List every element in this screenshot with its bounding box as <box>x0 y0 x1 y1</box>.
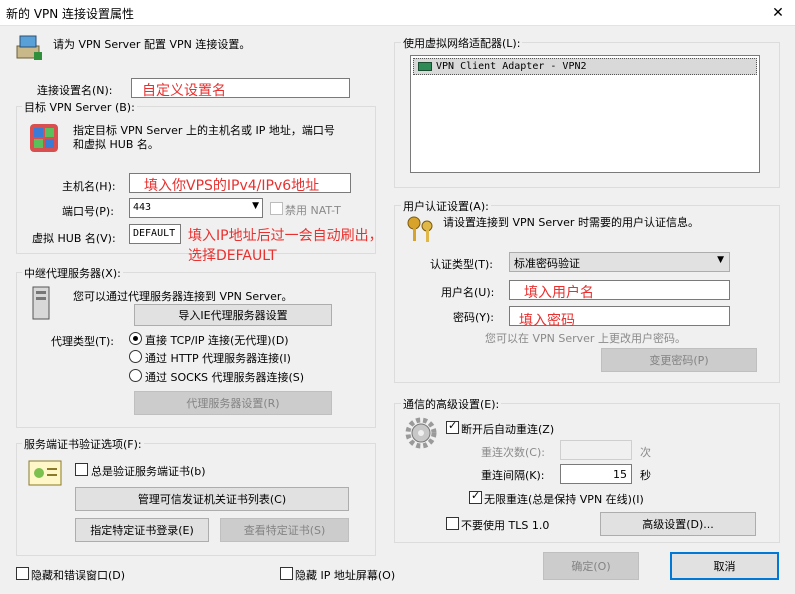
retries-input[interactable] <box>560 440 632 460</box>
port-label: 端口号(P): <box>62 205 114 218</box>
target-server-group-label: 目标 VPN Server (B): <box>22 99 137 115</box>
adapter-item-label: VPN Client Adapter - VPN2 <box>436 61 587 72</box>
host-value: 填入你VPS的IPv4/IPv6地址 <box>144 178 320 194</box>
conn-name-value: 自定义设置名 <box>142 83 226 99</box>
view-cert-button[interactable]: 查看特定证书(S) <box>220 518 349 542</box>
infinite-reconnect-checkbox[interactable] <box>469 489 482 504</box>
cancel-button[interactable]: 取消 <box>670 552 779 580</box>
hub-note-line2: 选择DEFAULT <box>188 248 277 264</box>
import-ie-proxy-button[interactable]: 导入IE代理服务器设置 <box>134 304 332 326</box>
advanced-settings-button[interactable]: 高级设置(D)... <box>600 512 756 536</box>
adapter-list-item[interactable]: VPN Client Adapter - VPN2 <box>413 58 757 75</box>
conn-name-label: 连接设置名(N): <box>37 84 113 97</box>
computer-icon <box>14 32 44 62</box>
manage-ca-button[interactable]: 管理可信发证机关证书列表(C) <box>75 487 349 511</box>
infinite-reconnect-label: 无限重连(总是保持 VPN 在线)(I) <box>484 493 644 506</box>
retries-unit: 次 <box>640 446 651 459</box>
always-verify-checkbox[interactable] <box>75 463 88 476</box>
proxy-settings-button[interactable]: 代理服务器设置(R) <box>134 391 332 415</box>
auth-group-label: 用户认证设置(A): <box>401 198 491 214</box>
proxy-direct-label: 直接 TCP/IP 连接(无代理)(D) <box>145 334 289 347</box>
intro-text: 请为 VPN Server 配置 VPN 连接设置。 <box>53 38 251 51</box>
host-input[interactable]: 填入你VPS的IPv4/IPv6地址 <box>129 173 351 194</box>
proxy-group-label: 中继代理服务器(X): <box>22 265 123 281</box>
no-tls-checkbox[interactable] <box>446 517 459 530</box>
adapter-group-label: 使用虚拟网络适配器(L): <box>401 35 523 51</box>
port-value: 443 <box>133 202 152 213</box>
password-value: 填入密码 <box>519 313 575 329</box>
chevron-down-icon: ▼ <box>717 255 724 265</box>
proxy-direct-radio[interactable] <box>129 332 142 345</box>
disable-nat-label: 禁用 NAT-T <box>285 204 341 217</box>
username-value: 填入用户名 <box>524 285 594 301</box>
username-label: 用户名(U): <box>441 286 495 299</box>
auth-type-label: 认证类型(T): <box>430 258 494 271</box>
proxy-desc: 您可以通过代理服务器连接到 VPN Server。 <box>73 290 293 303</box>
title-bar: 新的 VPN 连接设置属性 ✕ <box>0 0 795 26</box>
hub-note-line1: 填入IP地址后过一会自动刷出， <box>188 228 383 244</box>
password-label: 密码(Y): <box>453 311 495 324</box>
target-desc-line2: 和虚拟 HUB 名。 <box>73 138 159 151</box>
key-icon <box>405 214 437 244</box>
hide-errors-label: 隐藏和错误窗口(D) <box>31 569 126 582</box>
network-adapter-icon <box>418 62 432 71</box>
auth-type-value: 标准密码验证 <box>514 257 580 270</box>
close-icon[interactable]: ✕ <box>761 0 795 26</box>
hide-ip-label: 隐藏 IP 地址屏幕(O) <box>295 569 396 582</box>
advanced-group-label: 通信的高级设置(E): <box>401 396 502 412</box>
auth-desc: 请设置连接到 VPN Server 时需要的用户认证信息。 <box>443 216 699 229</box>
username-input[interactable]: 填入用户名 <box>509 280 730 301</box>
always-verify-label: 总是验证服务端证书(b) <box>91 465 206 478</box>
proxy-http-radio[interactable] <box>129 350 142 363</box>
window-title: 新的 VPN 连接设置属性 <box>6 7 135 21</box>
interval-unit: 秒 <box>640 469 651 482</box>
interval-input[interactable]: 15 <box>560 464 632 484</box>
hub-combo[interactable]: DEFAULT <box>129 224 181 244</box>
auth-type-select[interactable]: 标准密码验证 ▼ <box>509 252 730 272</box>
gear-icon <box>404 416 438 450</box>
retries-label: 重连次数(C): <box>481 446 545 459</box>
adapter-list[interactable]: VPN Client Adapter - VPN2 <box>410 55 760 173</box>
hub-label: 虚拟 HUB 名(V): <box>32 232 116 245</box>
auto-reconnect-checkbox[interactable] <box>446 419 459 434</box>
hub-value: DEFAULT <box>133 228 176 239</box>
chevron-down-icon: ▼ <box>252 201 259 211</box>
proxy-server-icon <box>30 286 52 320</box>
host-label: 主机名(H): <box>62 180 116 193</box>
password-note: 您可以在 VPN Server 上更改用户密码。 <box>485 332 686 345</box>
cert-group-label: 服务端证书验证选项(F): <box>22 436 144 452</box>
auto-reconnect-label: 断开后自动重连(Z) <box>461 423 555 436</box>
proxy-http-label: 通过 HTTP 代理服务器连接(I) <box>145 352 291 365</box>
specify-cert-button[interactable]: 指定特定证书登录(E) <box>75 518 209 542</box>
proxy-socks-label: 通过 SOCKS 代理服务器连接(S) <box>145 371 305 384</box>
port-combo[interactable]: 443 ▼ <box>129 198 263 218</box>
certificate-icon <box>28 460 62 486</box>
password-input[interactable]: 填入密码 <box>509 306 730 329</box>
conn-name-input[interactable]: 自定义设置名 <box>131 78 350 99</box>
ok-button[interactable]: 确定(O) <box>543 552 639 580</box>
change-password-button[interactable]: 变更密码(P) <box>601 348 757 372</box>
proxy-type-label: 代理类型(T): <box>51 335 115 348</box>
no-tls-label: 不要使用 TLS 1.0 <box>461 519 550 532</box>
hide-ip-checkbox[interactable] <box>280 567 293 580</box>
server-icon <box>28 122 60 154</box>
proxy-socks-radio[interactable] <box>129 369 142 382</box>
disable-nat-checkbox[interactable] <box>270 202 283 215</box>
hide-errors-checkbox[interactable] <box>16 567 29 580</box>
interval-value: 15 <box>613 468 627 481</box>
interval-label: 重连间隔(K): <box>481 469 545 482</box>
